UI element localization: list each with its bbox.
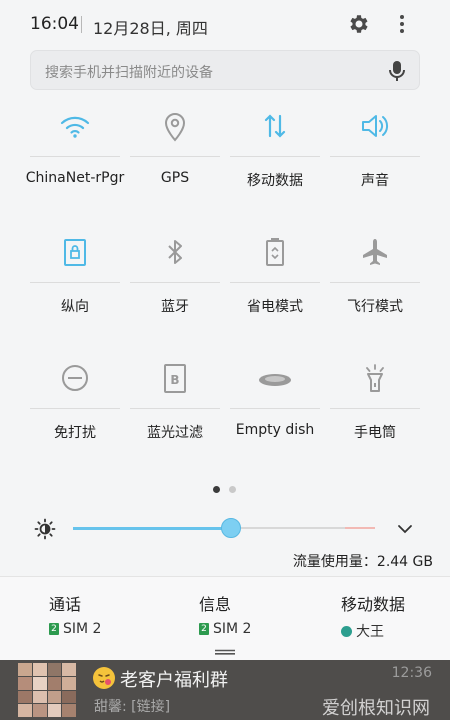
brightness-slider-high-range [345, 527, 375, 529]
drag-handle-icon[interactable] [214, 649, 236, 655]
brightness-slider-thumb[interactable] [221, 518, 241, 538]
gear-icon[interactable] [347, 12, 371, 36]
group-avatar [18, 663, 76, 717]
sim-mobile-data[interactable]: 移动数据 大王 [341, 591, 405, 641]
watermark-text: 爱创根知识网 [322, 698, 430, 719]
data-arrows-icon [264, 114, 286, 138]
airplane-icon [363, 239, 387, 265]
sim-title: 通话 [49, 595, 82, 614]
tile-divider [230, 156, 320, 157]
sim-card-icon: 2 [49, 623, 59, 635]
tile-divider [330, 156, 420, 157]
data-usage-text: 流量使用量：2.44 GB [292, 554, 433, 570]
more-options-icon[interactable] [390, 12, 414, 36]
globe-icon [341, 625, 352, 637]
wifi-icon [60, 116, 90, 138]
tile-bluetooth[interactable]: 蓝牙 [130, 230, 220, 356]
rotation-lock-icon [64, 239, 86, 266]
brightness-icon [34, 518, 56, 540]
battery-saver-icon [266, 238, 284, 266]
tile-divider [230, 408, 320, 409]
notification-time: 12:36 [391, 665, 432, 681]
tile-blue-light-filter[interactable]: B 蓝光过滤 [130, 356, 220, 482]
chevron-down-icon[interactable] [396, 520, 414, 538]
notification-title: 老客户福利群 [120, 670, 228, 691]
tile-gps[interactable]: GPS [130, 104, 220, 230]
search-input[interactable]: 搜索手机并扫描附近的设备 [45, 62, 213, 82]
tile-portrait[interactable]: 纵向 [30, 230, 120, 356]
tile-wifi[interactable]: ChinaNet-rPgr [26, 104, 124, 230]
sim-messages[interactable]: 信息 2 SIM 2 [199, 591, 251, 637]
dish-icon [259, 374, 291, 386]
tile-divider [30, 156, 120, 157]
tile-do-not-disturb[interactable]: 免打扰 [30, 356, 120, 482]
header-divider [81, 16, 82, 33]
microphone-icon[interactable] [387, 59, 407, 83]
do-not-disturb-icon [62, 365, 88, 391]
tile-empty-dish[interactable]: Empty dish [230, 356, 320, 482]
tile-divider [30, 282, 120, 283]
tile-flashlight[interactable]: 手电筒 [330, 356, 420, 482]
page-indicator-dot [229, 486, 236, 493]
tile-divider [30, 408, 120, 409]
brightness-slider-fill[interactable] [73, 527, 232, 530]
tile-mobile-data[interactable]: 移动数据 [230, 104, 320, 230]
bluetooth-icon [168, 240, 182, 264]
tile-label: 声音 [361, 173, 389, 189]
sim-card-icon: 2 [199, 623, 209, 635]
date: 12月28日, 周四 [93, 19, 208, 38]
tile-divider [330, 282, 420, 283]
sim-value: SIM 2 [213, 621, 252, 637]
location-icon [164, 113, 186, 142]
sim-panel: 通话 2 SIM 2 信息 2 SIM 2 移动数据 大王 [0, 576, 450, 660]
flashlight-icon [366, 364, 384, 392]
speaker-icon [362, 115, 389, 137]
page-indicator-dot-active [213, 486, 220, 493]
sim-value: SIM 2 [63, 621, 102, 637]
sim-title: 信息 [199, 595, 232, 614]
tile-label: 手电筒 [354, 425, 396, 441]
blue-light-filter-icon: B [164, 364, 186, 393]
notification-message: 甜馨: [链接] [94, 699, 171, 715]
tile-divider [130, 282, 220, 283]
tile-airplane[interactable]: 飞行模式 [330, 230, 420, 356]
tile-sound[interactable]: 声音 [330, 104, 420, 230]
sim-calls[interactable]: 通话 2 SIM 2 [49, 591, 101, 637]
tile-label: 飞行模式 [347, 299, 403, 315]
sim-title: 移动数据 [341, 595, 406, 614]
search-bar[interactable]: 搜索手机并扫描附近的设备 [30, 50, 420, 90]
clock: 16:04 [30, 14, 79, 34]
notification-item[interactable]: 老客户福利群 甜馨: [链接] 12:36 爱创根知识网 [0, 660, 450, 720]
tile-divider [230, 282, 320, 283]
tile-divider [330, 408, 420, 409]
svg-text:B: B [170, 373, 179, 387]
tile-power-saving[interactable]: 省电模式 [230, 230, 320, 356]
emoji-icon [93, 667, 115, 689]
tile-divider [130, 156, 220, 157]
status-header: 16:04 12月28日, 周四 [0, 0, 450, 50]
tile-divider [130, 408, 220, 409]
sim-value: 大王 [356, 624, 384, 640]
